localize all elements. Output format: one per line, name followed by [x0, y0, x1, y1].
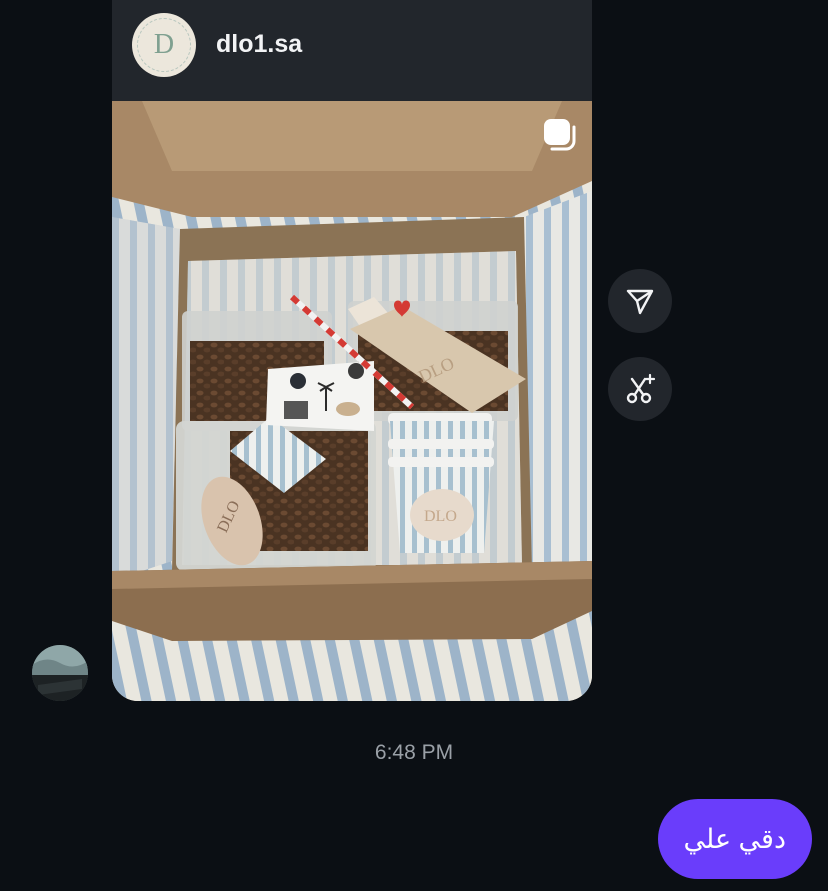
sender-avatar[interactable]	[32, 645, 88, 701]
outgoing-message-bubble[interactable]: دقي علي	[657, 799, 812, 879]
scissors-sparkle-icon	[626, 373, 656, 404]
chat-screen: D dlo1.sa DLO DLO DLO 6:48 PM دقي علي	[0, 0, 828, 891]
account-name[interactable]: dlo1.sa	[216, 30, 302, 59]
share-button[interactable]	[608, 269, 672, 333]
carousel-icon	[542, 117, 578, 153]
message-timestamp: 6:48 PM	[374, 741, 454, 764]
photo-illustration: DLO DLO DLO	[112, 101, 592, 701]
shared-post-header[interactable]: D dlo1.sa	[112, 0, 592, 101]
cup-brand-label: DLO	[424, 508, 457, 525]
post-photo[interactable]: DLO DLO DLO	[112, 101, 592, 701]
shared-post-card[interactable]: D dlo1.sa DLO DLO DLO	[112, 0, 592, 701]
paper-plane-icon	[626, 289, 654, 315]
remix-button[interactable]	[608, 357, 672, 421]
account-avatar[interactable]: D	[132, 13, 196, 77]
outgoing-message-text: دقي علي	[683, 823, 787, 854]
